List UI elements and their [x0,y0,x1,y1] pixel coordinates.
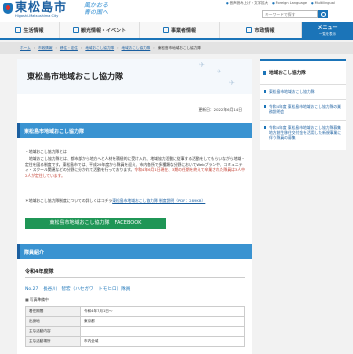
sidebar-item-cooperation[interactable]: 東松島市地域おこし協力隊 [260,84,346,99]
city-emblem-icon[interactable] [3,3,13,14]
airplane-icon: ✈ [229,79,235,87]
breadcrumb-migration[interactable]: 移住・定住 [60,46,78,51]
search-input[interactable] [262,10,318,18]
title-banner: 東松島市地域おこし協力隊 ✈ ✈ ✈ [17,59,252,94]
site-header: 東松島市 Higashi-Matsushima City 風かおる 青の国へ 音… [0,0,353,22]
section-heading-cooperation: 東松島市地域おこし協力隊 [17,123,252,138]
table-row: 着任期間 令和4年7月1日～ [25,306,245,317]
breadcrumb-cooperation[interactable]: 地域おこし協力隊 [85,46,114,51]
building-icon [162,27,169,33]
sidebar: 地域おこし協力隊 東松島市地域おこし協力隊 令和4年度 東松島市地域おこし協力隊… [260,59,346,354]
utility-link-multilingual[interactable]: Multilingual [311,1,335,6]
menu-sublabel: 一覧を表示 [319,32,336,36]
menu-button[interactable]: メニュー 一覧を表示 [302,22,353,40]
table-value: 東京都 [80,316,245,327]
table-key: 着任期間 [25,306,81,317]
utility-links: 音声読み上げ・文字拡大 Foreign Language Multilingua… [226,1,335,6]
breadcrumb-separator: › [153,46,155,50]
catchphrase: 風かおる 青の国へ [84,2,109,16]
breadcrumb-cooperation-2[interactable]: 地域おこし協力隊 [122,46,151,51]
page-title: 東松島市地域おこし協力隊 [27,72,123,81]
breadcrumb-separator: › [55,46,57,50]
breadcrumb-separator: › [80,46,83,50]
global-nav: 生活情報 観光情報・イベント 事業者情報 市政情報 メニュー 一覧を表示 [0,22,353,40]
breadcrumb-home[interactable]: ホーム [20,46,31,51]
table-key: 出身地 [25,316,81,327]
intro-label: ・地域おこし協力隊とは [25,149,67,154]
sidebar-item-briefing[interactable]: 令和4年度 東松島市地域おこし協力隊の業務説明会 [260,99,346,120]
house-icon [15,27,22,33]
nav-item-government[interactable]: 市政情報 [220,22,302,38]
facebook-button[interactable]: 東松島市地域おこし協力隊 FACEBOOK [25,218,166,229]
nav-item-label: 事業者情報 [170,27,196,34]
year-heading: 令和4年度隊 [25,269,54,275]
table-value: 令和4年7月1日～ [80,306,245,317]
member-name: No.27 長谷川 智宏（ハセガワ トモヒロ）隊員 [25,287,131,292]
utility-link-foreign-language[interactable]: Foreign Language [272,1,307,6]
system-pdf-link[interactable]: 東松島市地域おこし協力隊 制度説明（PDF：289KB） [112,198,205,203]
table-value [80,326,245,337]
nav-item-label: 生活情報 [23,27,44,34]
site-logo[interactable]: 東松島市 [15,0,67,14]
table-key: 主な活動場所 [25,336,81,347]
updated-date: 更新日：2022年6月14日 [198,107,243,112]
table-row: 出身地 東京都 [25,316,245,327]
breadcrumb-separator: › [33,46,36,50]
note-label: ＊地域おこし協力隊制度についての詳しくはコチラ [25,198,113,203]
table-row: 主な活動内容 [25,326,245,337]
breadcrumb-separator: › [117,46,119,50]
airplane-icon: ✈ [217,69,222,75]
search-icon[interactable] [318,10,328,18]
site-logo-subtitle: Higashi-Matsushima City [15,14,59,18]
table-key: 主な活動内容 [25,326,81,337]
breadcrumb-current: 東松島市地域おこし協力隊 [157,45,201,50]
system-note: ＊地域おこし協力隊制度についての詳しくはコチラ東松島市地域おこし協力隊 制度説明… [25,198,245,204]
camera-icon [72,27,79,33]
sidebar-item-recruitment[interactable]: 令和4年度 東松島市地域おこし協力隊募集 地方創生移住交付金を活用した新規事業に… [260,120,346,150]
intro-paragraph: 地域おこし協力隊とは、都市部から地方へと人材を積極的に受け入れ、地域協力活動に従… [25,156,245,178]
photo-placeholder-label: 写真準備中 [25,297,49,303]
breadcrumb-government[interactable]: 市政情報 [38,46,52,51]
table-row: 主な活動場所 市内全域 [25,336,245,347]
nav-item-tourism[interactable]: 観光情報・イベント [60,22,140,38]
utility-link-accessibility[interactable]: 音声読み上げ・文字拡大 [226,1,269,6]
sidebar-title: 地域おこし協力隊 [260,59,346,84]
breadcrumb: ホーム › 市政情報 › 移住・定住 › 地域おこし協力隊 › 地域おこし協力隊 › 東松… [0,42,353,54]
nav-item-label: 市政情報 [254,27,275,34]
member-info-table: 着任期間 令和4年7月1日～ 出身地 東京都 主な活動内容 主な活動場所 市内全域 [25,306,245,347]
section-heading-members: 隊員紹介 [17,244,252,259]
city-hall-icon [246,27,253,33]
divider [25,277,245,278]
nav-item-label: 観光情報・イベント [80,27,126,34]
airplane-icon: ✈ [199,61,205,69]
nav-item-business[interactable]: 事業者情報 [140,22,220,38]
nav-item-life[interactable]: 生活情報 [0,22,60,38]
table-value: 市内全域 [80,336,245,347]
main-content: 東松島市地域おこし協力隊 ✈ ✈ ✈ 更新日：2022年6月14日 東松島市地域… [17,59,252,354]
